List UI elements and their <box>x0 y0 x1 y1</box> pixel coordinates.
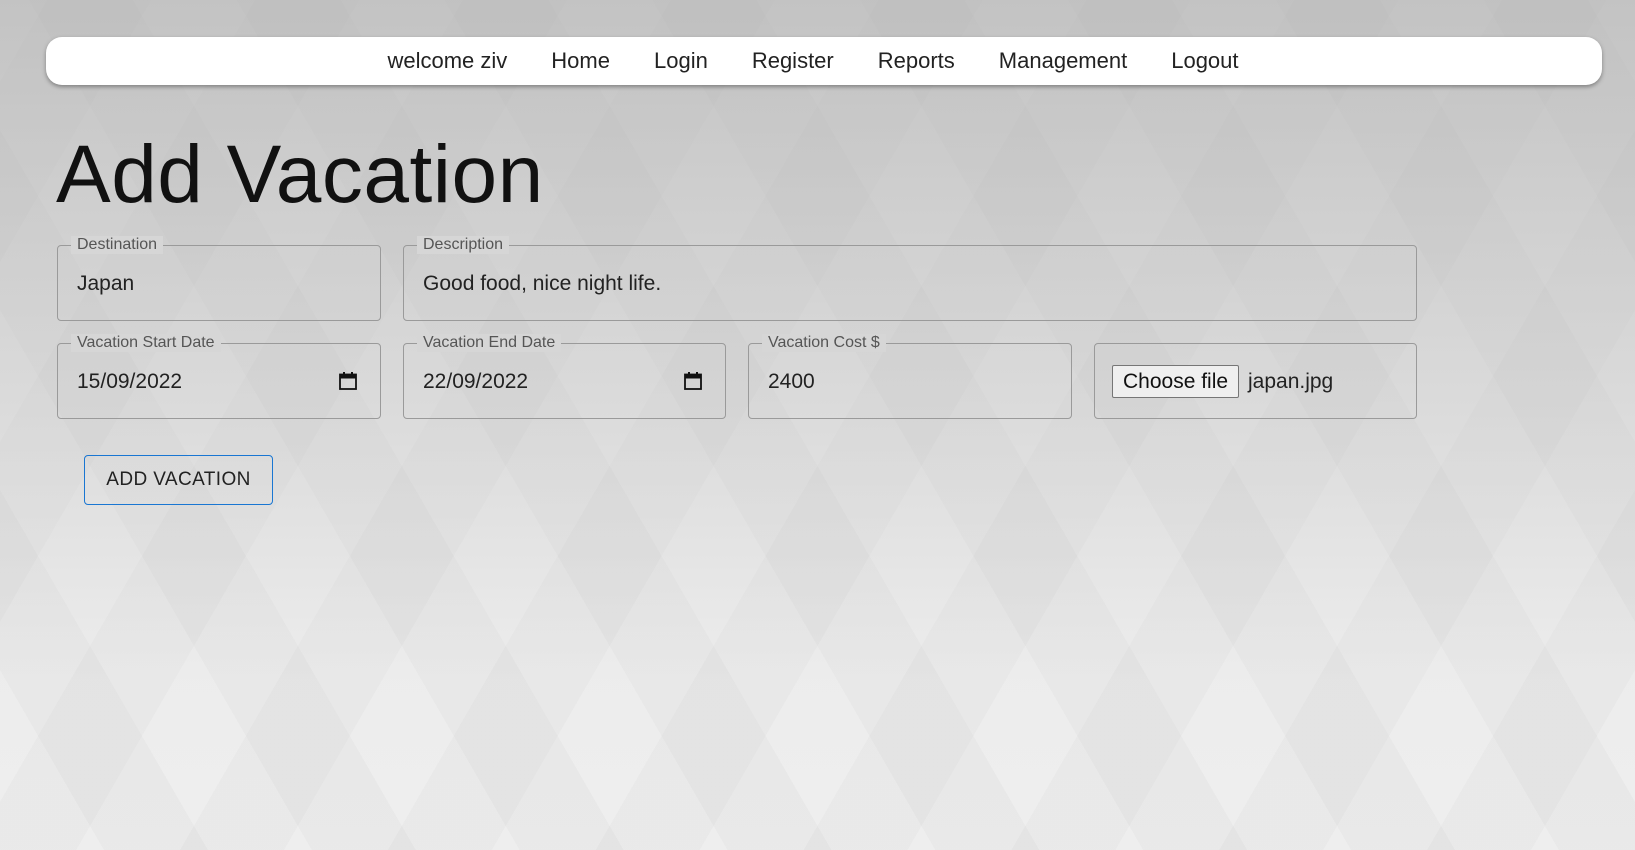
image-file-field: Choose file japan.jpg <box>1094 343 1417 419</box>
end-date-label: Vacation End Date <box>417 334 562 352</box>
nav-link-register[interactable]: Register <box>752 48 834 74</box>
cost-label: Vacation Cost $ <box>762 334 886 352</box>
description-label: Description <box>417 236 510 254</box>
description-field[interactable]: Description Good food, nice night life. <box>403 236 1417 321</box>
file-name: japan.jpg <box>1248 370 1334 393</box>
nav-link-login[interactable]: Login <box>654 48 708 74</box>
add-vacation-button[interactable]: ADD VACATION <box>84 455 273 505</box>
nav-link-home[interactable]: Home <box>551 48 610 74</box>
destination-label: Destination <box>71 236 164 254</box>
destination-value: Japan <box>77 272 135 295</box>
cost-field[interactable]: Vacation Cost $ 2400 <box>748 334 1072 419</box>
end-date-value: 22/09/2022 <box>423 370 529 393</box>
page-title: Add Vacation <box>56 129 544 220</box>
nav-link-management[interactable]: Management <box>999 48 1127 74</box>
nav-link-reports[interactable]: Reports <box>878 48 955 74</box>
nav-link-logout[interactable]: Logout <box>1171 48 1238 74</box>
destination-field[interactable]: Destination Japan <box>57 236 381 321</box>
calendar-icon[interactable] <box>338 371 358 391</box>
cost-value: 2400 <box>768 370 815 393</box>
start-date-field[interactable]: Vacation Start Date 15/09/2022 <box>57 334 381 419</box>
description-value: Good food, nice night life. <box>423 272 662 295</box>
start-date-value: 15/09/2022 <box>77 370 183 393</box>
calendar-icon[interactable] <box>683 371 703 391</box>
start-date-label: Vacation Start Date <box>71 334 221 352</box>
top-navbar: welcome ziv Home Login Register Reports … <box>46 37 1602 85</box>
choose-file-button[interactable]: Choose file <box>1112 365 1240 398</box>
welcome-text: welcome ziv <box>387 48 508 73</box>
end-date-field[interactable]: Vacation End Date 22/09/2022 <box>403 334 726 419</box>
